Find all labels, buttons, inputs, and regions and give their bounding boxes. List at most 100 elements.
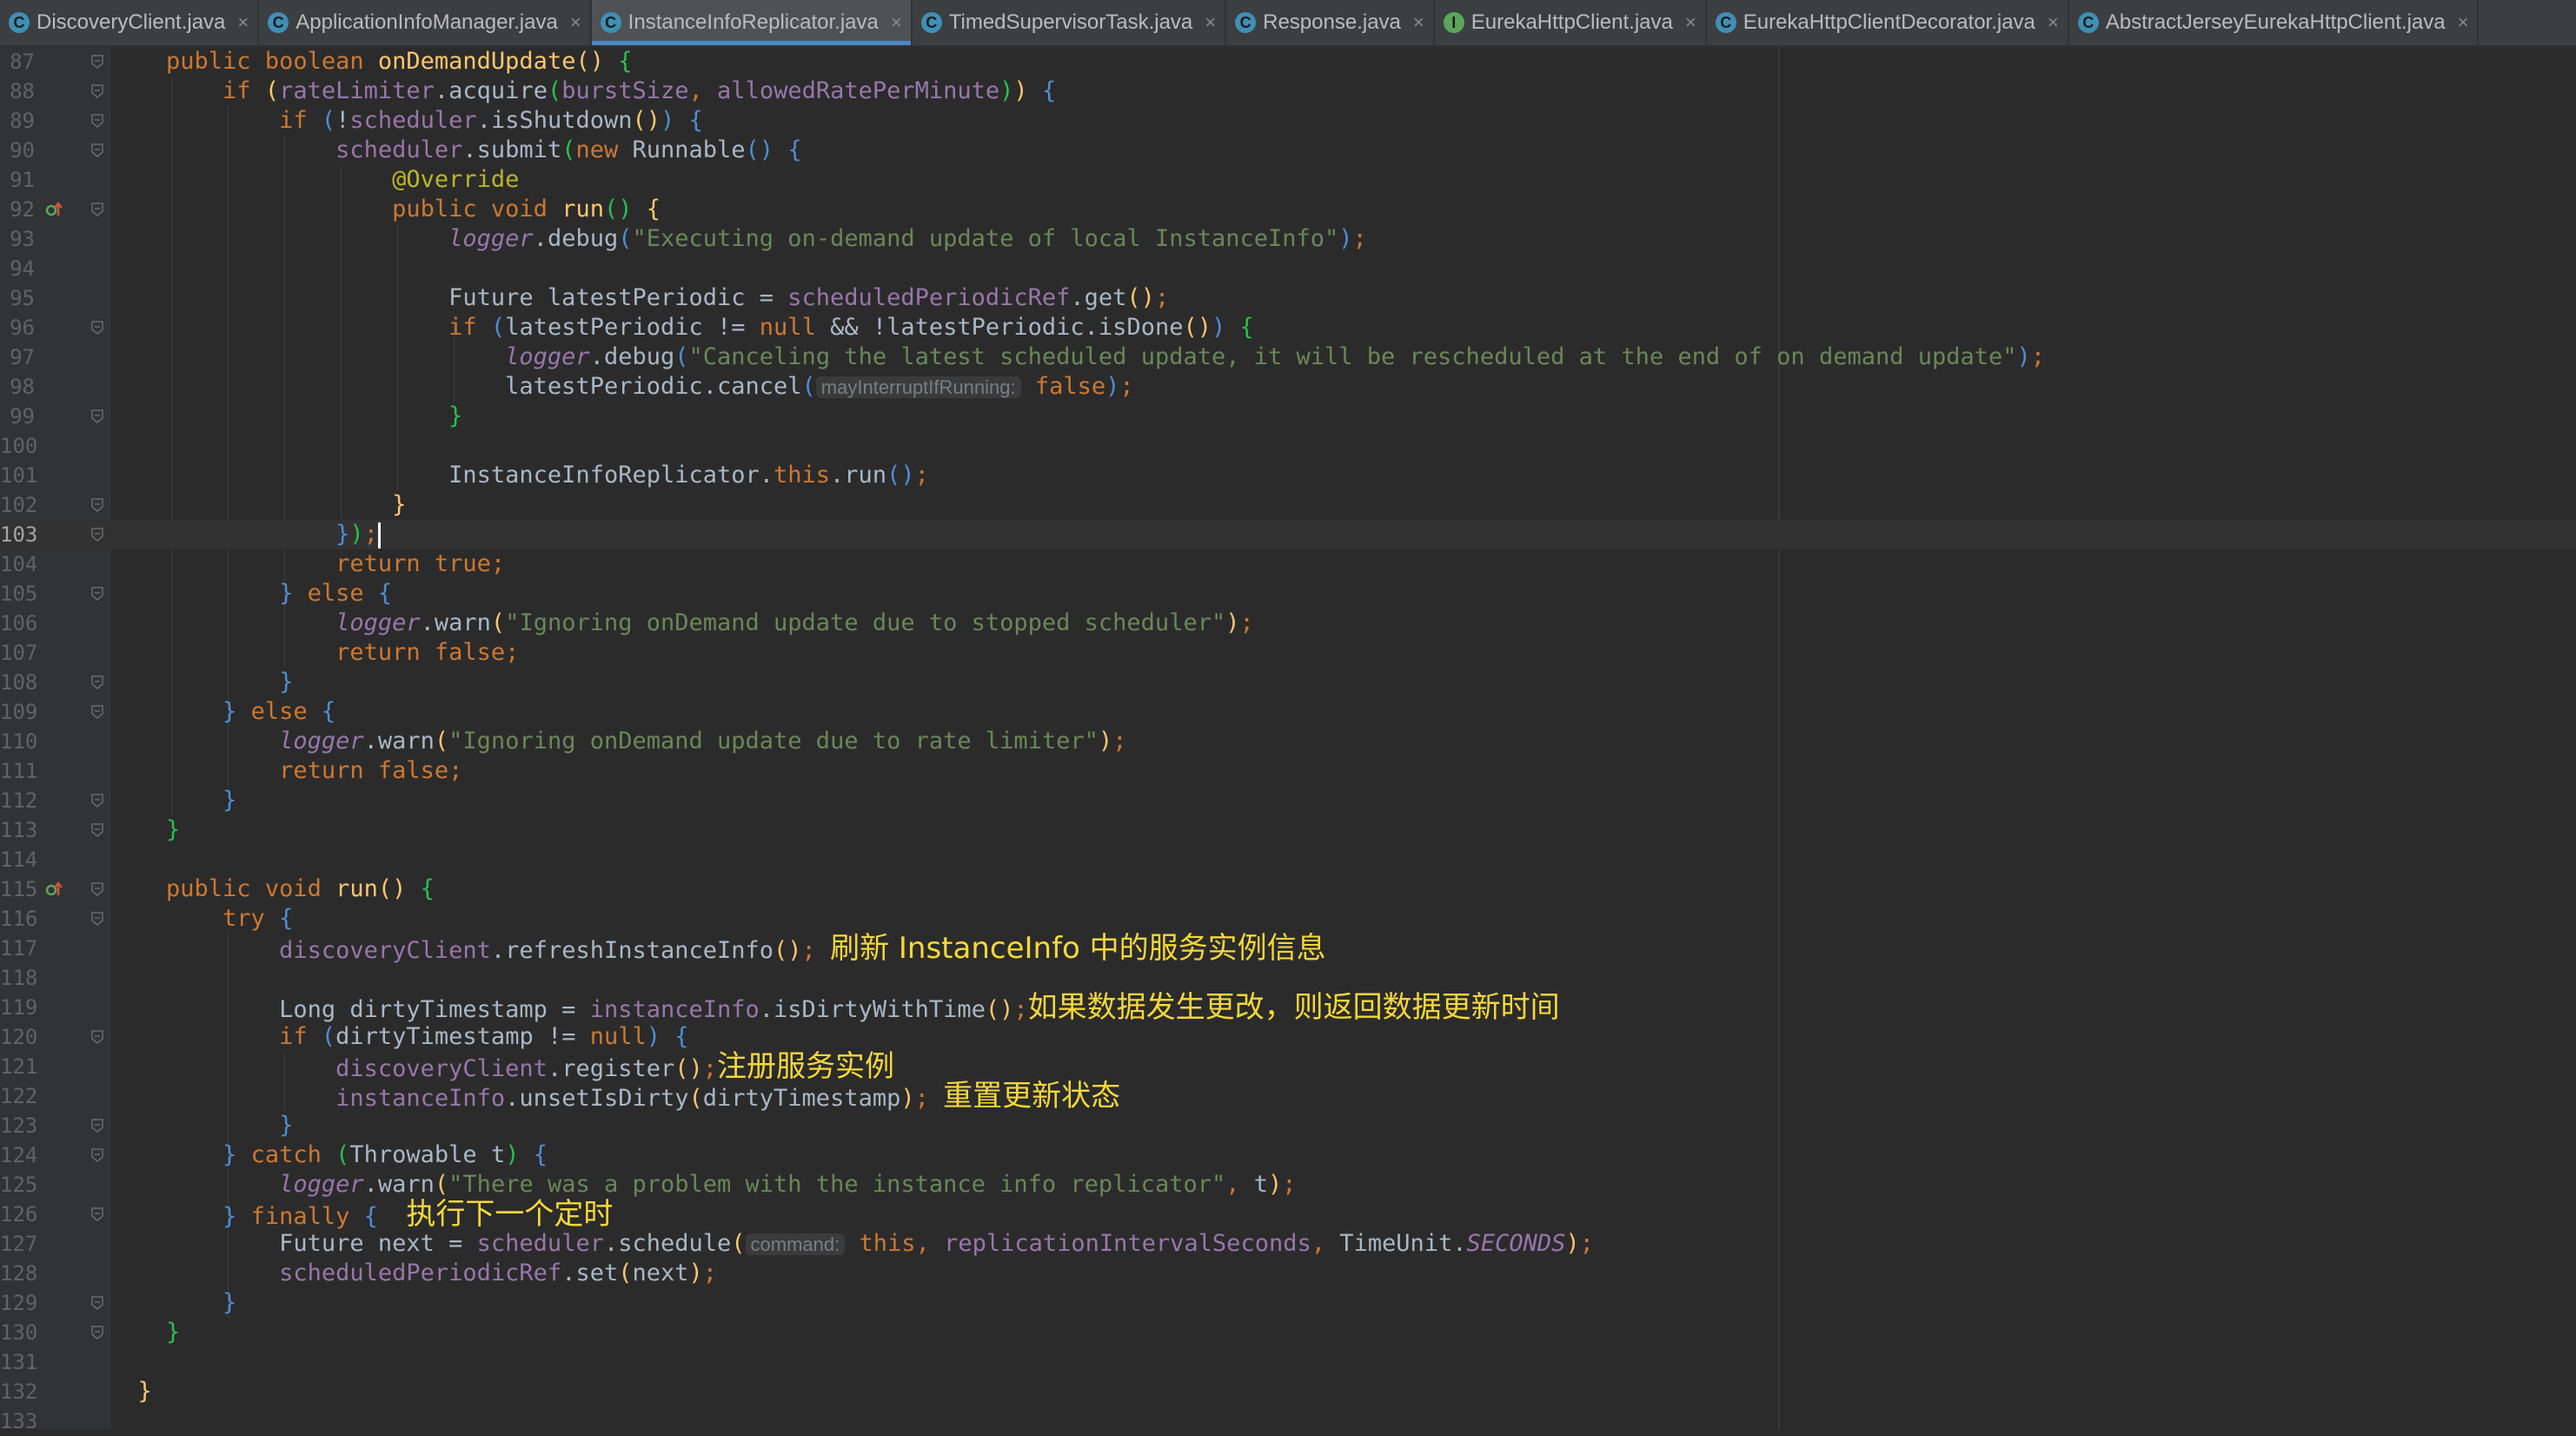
line-number[interactable]: 119 (0, 993, 37, 1022)
code-line[interactable]: 126 } finally { 执行下一个定时 (0, 1200, 2576, 1230)
line-number[interactable]: 118 (0, 963, 37, 993)
line-number[interactable]: 92 (0, 195, 35, 224)
code-line[interactable]: 96 if (latestPeriodic != null && !latest… (0, 313, 2576, 342)
line-number[interactable]: 129 (0, 1288, 37, 1318)
line-number[interactable]: 104 (0, 549, 37, 579)
code-editor[interactable]: 87 public boolean onDemandUpdate() {88 i… (0, 47, 2576, 1433)
line-number[interactable]: 130 (0, 1318, 37, 1347)
code-line[interactable]: 106 logger.warn("Ignoring onDemand updat… (0, 608, 2576, 638)
close-icon[interactable]: × (570, 11, 581, 34)
fold-toggle-icon[interactable] (90, 409, 104, 424)
code-line[interactable]: 104 return true; (0, 549, 2576, 579)
line-number[interactable]: 105 (0, 579, 37, 608)
line-number[interactable]: 108 (0, 668, 37, 697)
line-number[interactable]: 111 (0, 756, 37, 786)
code-line[interactable]: 117 discoveryClient.refreshInstanceInfo(… (0, 934, 2576, 964)
fold-toggle-icon[interactable] (90, 1325, 104, 1340)
line-number[interactable]: 131 (0, 1347, 37, 1377)
line-number[interactable]: 125 (0, 1170, 37, 1200)
code-line[interactable]: 110 logger.warn("Ignoring onDemand updat… (0, 727, 2576, 756)
fold-toggle-icon[interactable] (90, 202, 104, 217)
code-line[interactable]: 127 Future next = scheduler.schedule(com… (0, 1229, 2576, 1259)
code-line[interactable]: 89 if (!scheduler.isShutdown()) { (0, 106, 2576, 136)
fold-toggle-icon[interactable] (90, 881, 104, 897)
line-number[interactable]: 95 (0, 283, 35, 313)
code-line[interactable]: 97 logger.debug("Canceling the latest sc… (0, 342, 2576, 372)
line-number[interactable]: 110 (0, 727, 37, 756)
line-number[interactable]: 124 (0, 1140, 37, 1170)
fold-toggle-icon[interactable] (90, 1029, 104, 1045)
code-line[interactable]: 114 (0, 845, 2576, 874)
line-number[interactable]: 120 (0, 1022, 37, 1052)
line-number[interactable]: 88 (0, 76, 35, 106)
line-number[interactable]: 123 (0, 1111, 37, 1140)
code-line[interactable]: 121 discoveryClient.register();注册服务实例 (0, 1052, 2576, 1082)
code-line[interactable]: 132 } (0, 1377, 2576, 1406)
line-number[interactable]: 128 (0, 1259, 37, 1288)
line-number[interactable]: 100 (0, 431, 37, 461)
code-line[interactable]: 102 } (0, 490, 2576, 520)
override-method-icon[interactable] (45, 880, 64, 899)
fold-toggle-icon[interactable] (90, 793, 104, 808)
line-number[interactable]: 91 (0, 165, 35, 195)
line-number[interactable]: 89 (0, 106, 35, 136)
editor-tab[interactable]: C ApplicationInfoManager.java × (259, 0, 592, 45)
line-number[interactable]: 132 (0, 1377, 37, 1406)
line-number[interactable]: 98 (0, 372, 35, 402)
line-number[interactable]: 116 (0, 904, 37, 934)
code-line[interactable]: 118 (0, 963, 2576, 993)
code-line[interactable]: 93 logger.debug("Executing on-demand upd… (0, 224, 2576, 254)
code-line[interactable]: 128 scheduledPeriodicRef.set(next); (0, 1259, 2576, 1288)
line-number[interactable]: 106 (0, 608, 37, 638)
fold-toggle-icon[interactable] (90, 1295, 104, 1311)
close-icon[interactable]: × (1685, 11, 1696, 34)
fold-toggle-icon[interactable] (90, 1118, 104, 1134)
code-line[interactable]: 101 InstanceInfoReplicator.this.run(); (0, 461, 2576, 490)
line-number[interactable]: 109 (0, 697, 37, 727)
line-number[interactable]: 127 (0, 1229, 37, 1259)
code-line[interactable]: 124 } catch (Throwable t) { (0, 1140, 2576, 1170)
code-line[interactable]: 113 } (0, 815, 2576, 845)
fold-toggle-icon[interactable] (90, 83, 104, 99)
code-line[interactable]: 105 } else { (0, 579, 2576, 608)
code-line[interactable]: 108 } (0, 668, 2576, 697)
fold-toggle-icon[interactable] (90, 704, 104, 720)
line-number[interactable]: 93 (0, 224, 35, 254)
line-number[interactable]: 90 (0, 136, 35, 165)
line-number[interactable]: 107 (0, 638, 37, 668)
code-line[interactable]: 90 scheduler.submit(new Runnable() { (0, 136, 2576, 165)
code-line[interactable]: 87 public boolean onDemandUpdate() { (0, 47, 2576, 76)
line-number[interactable]: 114 (0, 845, 37, 874)
line-number[interactable]: 121 (0, 1052, 37, 1081)
code-line[interactable]: 131 (0, 1347, 2576, 1377)
line-number[interactable]: 115 (0, 874, 37, 904)
fold-toggle-icon[interactable] (90, 527, 104, 542)
code-line[interactable]: 112 } (0, 786, 2576, 815)
line-number[interactable]: 87 (0, 47, 35, 76)
code-line[interactable]: 123 } (0, 1111, 2576, 1140)
line-number[interactable]: 103 (0, 520, 37, 549)
fold-toggle-icon[interactable] (90, 822, 104, 838)
code-line[interactable]: 122 instanceInfo.unsetIsDirty(dirtyTimes… (0, 1081, 2576, 1112)
code-line[interactable]: 103 }); (0, 520, 2576, 549)
close-icon[interactable]: × (1413, 11, 1424, 34)
code-line[interactable]: 98 latestPeriodic.cancel(mayInterruptIfR… (0, 372, 2576, 402)
code-line[interactable]: 94 (0, 254, 2576, 283)
code-line[interactable]: 115 public void run() { (0, 874, 2576, 904)
editor-tab[interactable]: C EurekaHttpClientDecorator.java × (1707, 0, 2069, 45)
line-number[interactable]: 113 (0, 815, 37, 845)
fold-toggle-icon[interactable] (90, 586, 104, 602)
code-line[interactable]: 88 if (rateLimiter.acquire(burstSize, al… (0, 76, 2576, 106)
line-number[interactable]: 96 (0, 313, 35, 342)
override-method-icon[interactable] (45, 200, 64, 219)
editor-tab[interactable]: C Response.java × (1226, 0, 1435, 45)
code-line[interactable]: 107 return false; (0, 638, 2576, 668)
close-icon[interactable]: × (237, 11, 249, 34)
line-number[interactable]: 101 (0, 461, 37, 490)
fold-toggle-icon[interactable] (90, 54, 104, 70)
fold-toggle-icon[interactable] (90, 911, 104, 927)
code-line[interactable]: 119 Long dirtyTimestamp = instanceInfo.i… (0, 993, 2576, 1023)
editor-tab[interactable]: C DiscoveryClient.java × (0, 0, 260, 45)
code-line[interactable]: 99 } (0, 402, 2576, 431)
close-icon[interactable]: × (891, 11, 902, 34)
